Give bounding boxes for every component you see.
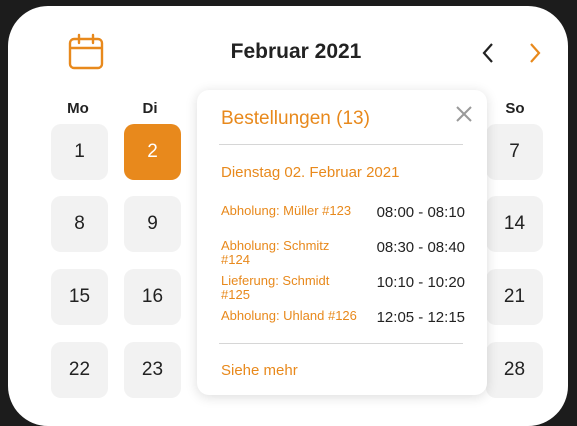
day-cell[interactable]: 23 <box>124 342 181 398</box>
day-cell[interactable]: 15 <box>51 269 108 325</box>
orders-popup: Bestellungen (13) Dienstag 02. Februar 2… <box>197 90 487 395</box>
popup-title: Bestellungen (13) <box>221 108 370 129</box>
day-cell[interactable]: 9 <box>124 196 181 252</box>
order-item[interactable]: Abholung: Schmitz #124 08:30 - 08:40 <box>221 239 465 275</box>
chevron-right-icon <box>530 43 541 63</box>
order-label: Abholung: Uhland #126 <box>221 308 357 323</box>
weekday-header: So <box>505 100 525 117</box>
divider <box>219 144 463 145</box>
order-label: Lieferung: Schmidt #125 <box>221 273 330 302</box>
day-cell[interactable]: 28 <box>486 342 543 398</box>
order-label: Abholung: Schmitz #124 <box>221 238 330 267</box>
order-label: Abholung: Müller #123 <box>221 203 352 218</box>
order-item[interactable]: Abholung: Müller #123 08:00 - 08:10 <box>221 204 465 240</box>
day-cell[interactable]: 22 <box>51 342 108 398</box>
chevron-left-icon <box>482 43 493 63</box>
month-title: Februar 2021 <box>230 40 362 63</box>
weekday-header: Di <box>142 100 158 117</box>
popup-date: Dienstag 02. Februar 2021 <box>221 164 400 181</box>
day-cell[interactable]: 21 <box>486 269 543 325</box>
weekday-header: Mo <box>67 100 89 117</box>
day-cell[interactable]: 16 <box>124 269 181 325</box>
see-more-link[interactable]: Siehe mehr <box>221 362 298 379</box>
order-time: 08:00 - 08:10 <box>376 204 465 221</box>
order-item[interactable]: Abholung: Uhland #126 12:05 - 12:15 <box>221 309 465 345</box>
close-icon[interactable] <box>454 104 474 124</box>
order-item[interactable]: Lieferung: Schmidt #125 10:10 - 10:20 <box>221 274 465 310</box>
day-cell[interactable]: 7 <box>486 124 543 180</box>
next-month-button[interactable] <box>523 36 547 70</box>
divider <box>219 343 463 344</box>
order-time: 12:05 - 12:15 <box>376 309 465 326</box>
day-cell[interactable]: 1 <box>51 124 108 180</box>
day-cell-selected[interactable]: 2 <box>124 124 181 180</box>
prev-month-button[interactable] <box>476 36 500 70</box>
day-cell[interactable]: 8 <box>51 196 108 252</box>
order-time: 10:10 - 10:20 <box>376 274 465 291</box>
order-time: 08:30 - 08:40 <box>376 239 465 256</box>
day-cell[interactable]: 14 <box>486 196 543 252</box>
calendar-icon[interactable] <box>66 32 106 72</box>
